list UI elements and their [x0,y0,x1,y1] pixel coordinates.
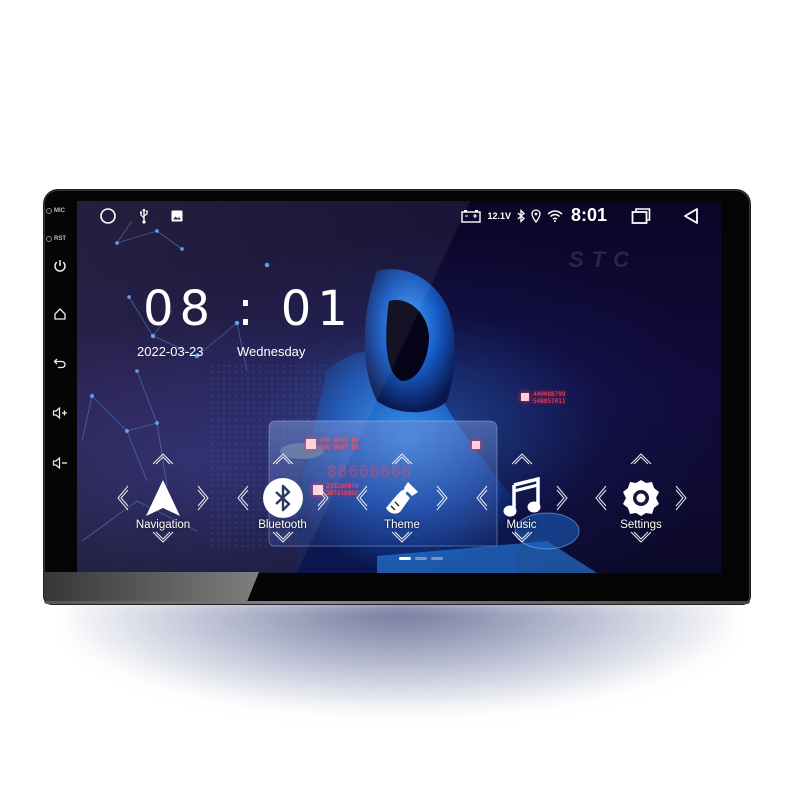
clock-widget-weekday: Wednesday [237,344,306,359]
reset-hole[interactable] [46,236,52,242]
page-dot-1[interactable] [399,557,411,560]
chevron-down-icon [511,531,533,543]
app-label: Settings [620,519,662,531]
chevron-up-icon [511,453,533,465]
volume-down-button[interactable] [44,453,76,473]
music-note-icon[interactable] [501,477,543,519]
chevron-left-icon [117,485,129,511]
chevron-left-icon [356,485,368,511]
app-tile-music[interactable]: Music [472,451,572,571]
app-label: Theme [384,519,420,531]
mic-indicator: MIC [46,208,65,214]
chevron-down-icon [630,531,652,543]
bluetooth-icon[interactable] [262,477,304,519]
mic-hole [46,208,52,214]
bluetooth-icon [517,208,525,223]
chevron-left-icon [236,485,249,511]
back-arrow-icon [53,358,66,369]
chevron-down-icon [391,531,413,543]
page-indicator [399,557,443,560]
stc-watermark: STC [569,247,637,272]
location-pin-icon [531,208,541,223]
gear-icon[interactable] [620,477,662,519]
chevron-up-icon [272,453,294,465]
hud-digits: 208 4098 80 488 0867 68 [319,437,359,451]
app-label: Music [506,519,537,531]
device-shadow [70,600,730,710]
bezel-reflection [44,572,259,604]
status-clock: 8:01 [570,205,607,225]
chevron-up-icon [391,453,413,465]
app-label: Navigation [135,519,191,531]
voltage-readout: 12.1V [487,210,511,221]
car-head-unit: MIC RST 440088799 548857011 208 4098 80 … [44,190,750,604]
clock-widget-date: 2022-03-23 [137,344,204,359]
chevron-down-icon [152,531,174,543]
touchscreen[interactable]: 440088799 548857011 208 4098 80 488 0867… [77,201,721,573]
app-tile-theme[interactable]: Theme [352,451,452,571]
chevron-up-icon [630,453,652,465]
chevron-down-icon [272,531,294,543]
recent-apps-icon[interactable] [631,207,651,225]
hud-square [306,439,316,449]
chevron-right-icon [675,485,687,511]
page-dot-2[interactable] [415,557,427,560]
paintbrush-icon[interactable] [381,477,423,519]
rst-label: RST [54,236,66,242]
power-button[interactable] [44,256,76,276]
app-tile-navigation[interactable]: Navigation [113,451,213,571]
chevron-right-icon [197,485,209,511]
chevron-right-icon [317,485,329,511]
hud-square [472,441,480,449]
chevron-right-icon [436,485,448,511]
home-icon [54,308,66,320]
volume-down-icon [52,456,67,470]
mic-label: MIC [54,208,65,214]
car-battery-icon [461,209,482,223]
back-triangle-icon[interactable] [683,207,699,225]
wifi-icon [547,209,563,222]
back-button[interactable] [44,353,76,373]
status-bar: 12.1V 8:01 [77,201,721,231]
app-label: Bluetooth [258,519,307,531]
hud-square [521,393,529,401]
image-icon [171,210,183,222]
app-tile-settings[interactable]: Settings [591,451,691,571]
home-button[interactable] [44,304,76,324]
chevron-left-icon [595,485,607,511]
usb-icon [140,208,148,224]
power-icon [54,260,66,272]
clock-widget-time[interactable]: 08 : 01 [143,281,354,337]
circle-home-icon[interactable] [99,207,117,225]
rst-indicator[interactable]: RST [46,236,66,242]
page-dot-3[interactable] [431,557,443,560]
app-tile-bluetooth[interactable]: Bluetooth [233,451,333,571]
volume-up-icon [52,406,67,420]
chevron-up-icon [152,453,174,465]
hud-digits: 440088799 548857011 [533,391,566,405]
chevron-right-icon [556,485,568,511]
volume-up-button[interactable] [44,403,76,423]
app-dock: Navigation Bluetooth Theme Music Settings [113,451,693,571]
chevron-left-icon [475,485,488,511]
navigation-arrow-icon[interactable] [142,477,184,519]
